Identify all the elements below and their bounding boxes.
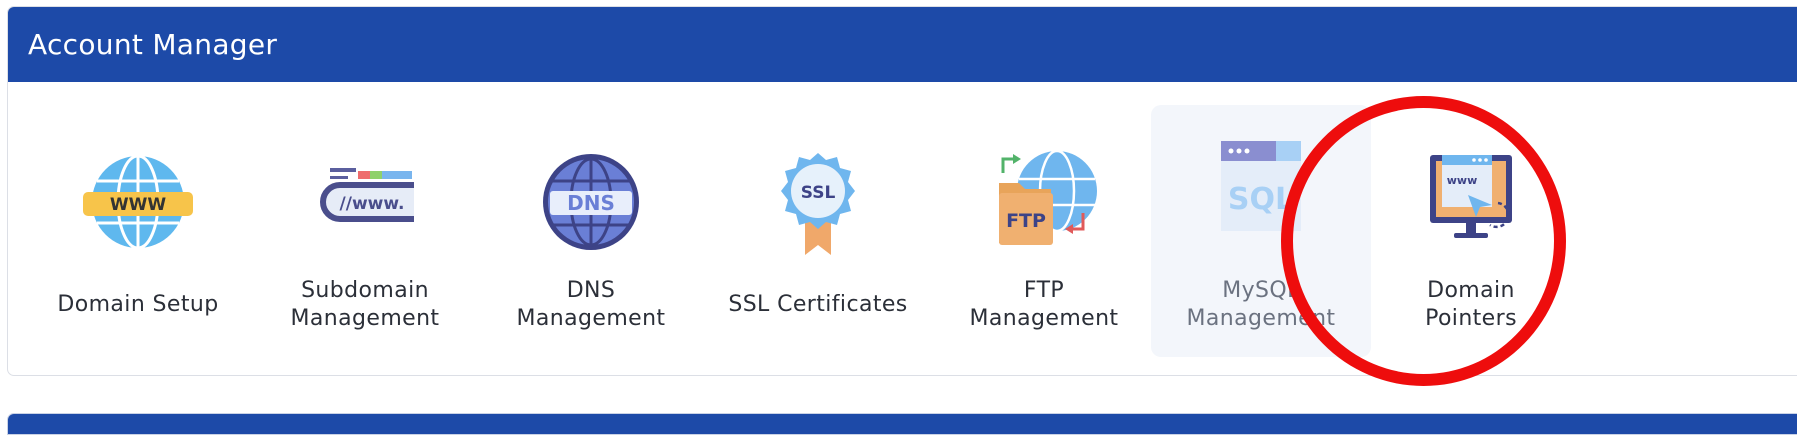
sql-window-icon: SQL — [1206, 135, 1316, 245]
tile-label: MySQL Management — [1186, 278, 1336, 331]
tile-ftp-management[interactable]: FTP FTP Management — [934, 105, 1154, 357]
tile-subdomain-management[interactable]: //www. Subdomain Management — [255, 105, 475, 357]
tile-label: SSL Certificates — [728, 292, 908, 317]
svg-text:FTP: FTP — [1006, 210, 1046, 232]
tile-dns-management[interactable]: DNS DNS Management — [481, 105, 701, 357]
svg-text:www: www — [1447, 174, 1478, 187]
dns-globe-icon: DNS — [536, 147, 646, 257]
tile-domain-setup[interactable]: WWW Domain Setup — [28, 105, 248, 357]
subdomain-url-icon: //www. — [310, 147, 420, 257]
account-manager-panel: Account Manager WWW Domain Setup //www. … — [7, 6, 1797, 376]
tile-mysql-management[interactable]: SQL MySQL Management — [1151, 105, 1371, 357]
next-panel-header — [7, 413, 1797, 435]
svg-text://www.: //www. — [340, 194, 405, 214]
tile-label: Domain Setup — [57, 292, 219, 317]
tile-label: Subdomain Management — [290, 278, 440, 331]
panel-title: Account Manager — [28, 28, 278, 61]
domain-pointer-monitor-icon: www — [1416, 147, 1526, 257]
svg-text:DNS: DNS — [567, 191, 615, 215]
svg-text:SQL: SQL — [1228, 182, 1294, 217]
tile-label: FTP Management — [969, 278, 1119, 331]
svg-text:SSL: SSL — [801, 183, 836, 203]
tile-domain-pointers[interactable]: www Domain Pointers — [1361, 105, 1581, 357]
panel-header: Account Manager — [8, 7, 1797, 82]
tile-ssl-certificates[interactable]: SSL SSL Certificates — [708, 105, 928, 357]
www-globe-icon: WWW — [83, 147, 193, 257]
tile-label: DNS Management — [516, 278, 666, 331]
ssl-badge-icon: SSL — [763, 147, 873, 257]
svg-text:WWW: WWW — [110, 195, 167, 215]
ftp-folder-icon: FTP — [989, 147, 1099, 257]
tile-label: Domain Pointers — [1425, 278, 1517, 331]
